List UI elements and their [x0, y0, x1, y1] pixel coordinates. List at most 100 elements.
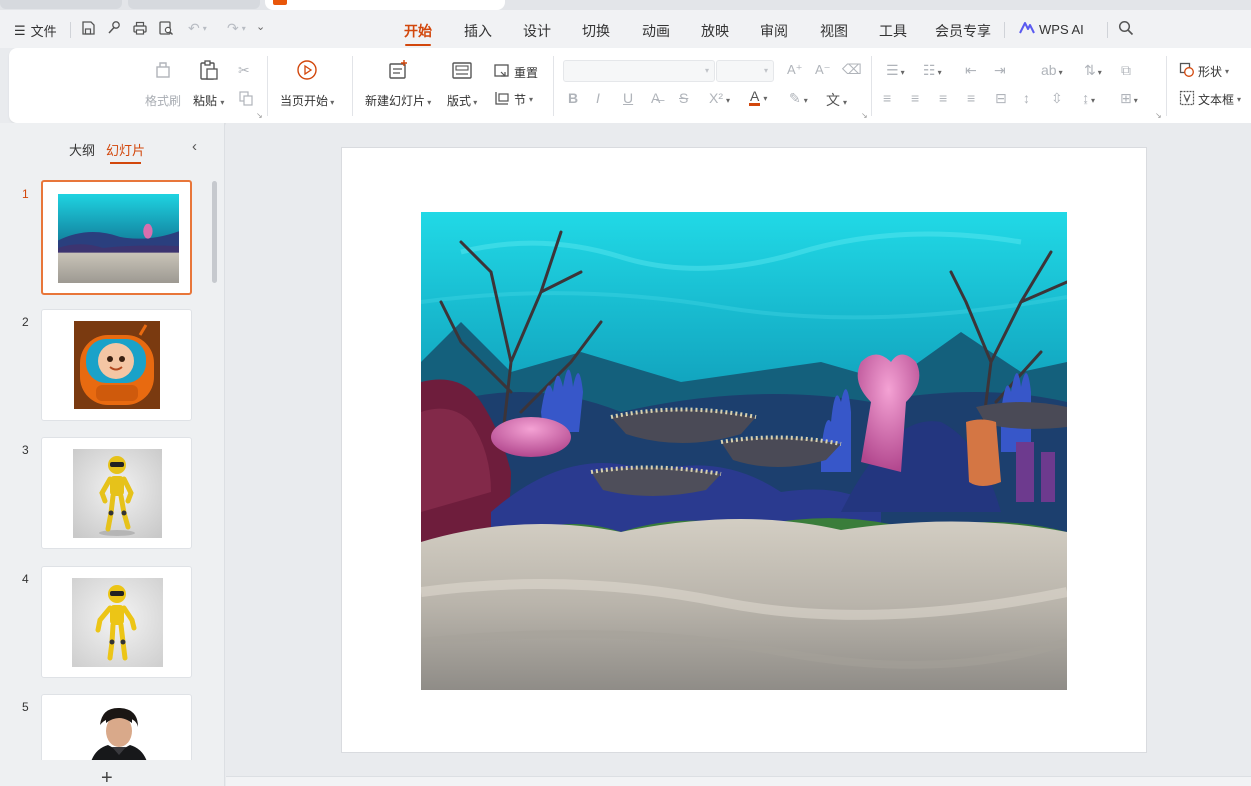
document-tab[interactable] [128, 0, 260, 9]
yellow-robot-thumbnail [72, 578, 163, 667]
align-right-icon[interactable]: ≡ [939, 90, 947, 106]
phonetic-guide-icon[interactable]: 文 ▾ [826, 90, 847, 110]
font-launcher-icon[interactable]: ↘ [861, 111, 868, 120]
slide-number: 3 [22, 443, 29, 457]
reset-icon [493, 63, 511, 82]
superscript-icon[interactable]: X² ▾ [709, 90, 730, 106]
italic-icon[interactable]: I [596, 90, 600, 106]
slide-panel: 大纲 幻灯片 ‹ 1 2 3 4 5 + [0, 123, 225, 786]
document-tab-active[interactable] [265, 0, 505, 10]
play-icon [295, 58, 319, 82]
yellow-robot-thumbnail [73, 449, 162, 538]
decrease-indent-icon[interactable]: ⇤ [965, 62, 977, 79]
paragraph-launcher-icon[interactable]: ↘ [1155, 111, 1162, 120]
current-slide[interactable] [341, 147, 1147, 753]
file-menu-button[interactable]: ☰ 文件 [14, 21, 57, 40]
portrait-photo-thumbnail [86, 705, 152, 760]
bold-icon[interactable]: B [568, 90, 578, 106]
justify-icon[interactable]: ≡ [967, 90, 975, 106]
font-color-icon[interactable]: A ▾ [749, 88, 767, 106]
tab-review[interactable]: 审阅 [760, 21, 788, 41]
cut-icon[interactable]: ✂ [238, 62, 250, 79]
slide-list-scrollbar[interactable] [212, 181, 217, 283]
format-painter-label: 格式刷 [145, 94, 182, 108]
shape-button[interactable]: 形状 ▾ [1179, 62, 1229, 81]
paragraph-spacing-icon[interactable]: ⇳ [1051, 90, 1063, 107]
slide-thumbnail[interactable] [41, 437, 192, 549]
tab-view[interactable]: 视图 [820, 21, 848, 41]
sort-icon[interactable]: ⇅ ▾ [1084, 62, 1102, 79]
decrease-font-icon[interactable]: A⁻ [815, 62, 831, 78]
new-slide-button[interactable]: 新建幻灯片 ▾ [365, 58, 431, 109]
document-tab[interactable] [0, 0, 122, 9]
font-name-select[interactable]: ▾ [563, 60, 715, 82]
align-center-icon[interactable]: ≡ [911, 90, 919, 106]
clear-format-icon[interactable]: ⌫ [842, 61, 862, 78]
slide-thumbnail[interactable] [41, 309, 192, 421]
strikethrough-icon[interactable]: A̶ [651, 90, 660, 106]
slide-thumbnail[interactable] [41, 694, 192, 760]
format-brush-icon[interactable] [106, 20, 122, 36]
paste-label: 粘贴 [193, 94, 218, 108]
layout-button[interactable]: 版式 ▾ [447, 58, 477, 109]
layout-icon [450, 58, 474, 82]
align-left-icon[interactable]: ≡ [883, 90, 891, 106]
vertical-align-icon[interactable]: ⊞ ▾ [1120, 90, 1138, 107]
tab-transitions[interactable]: 切换 [582, 21, 610, 41]
wps-ai-button[interactable]: WPS AI [1019, 21, 1084, 38]
highlight-icon[interactable]: ✎ ▾ [789, 90, 808, 107]
text-direction-icon[interactable]: ab ▾ [1041, 62, 1063, 78]
search-icon[interactable] [1118, 20, 1134, 40]
font-size-select[interactable]: ▾ [716, 60, 774, 82]
underline-icon[interactable]: U [623, 90, 633, 106]
print-icon[interactable] [132, 20, 148, 36]
window-tab-strip [0, 0, 1251, 10]
paste-icon [197, 58, 221, 82]
paste-button[interactable]: 粘贴 ▾ [193, 58, 224, 109]
bullets-icon[interactable]: ☰ ▾ [886, 62, 905, 79]
tab-member[interactable]: 会员专享 [935, 21, 991, 41]
tab-tools[interactable]: 工具 [879, 21, 907, 41]
new-slide-label: 新建幻灯片 [365, 94, 426, 108]
slide-thumbnail[interactable] [41, 180, 192, 295]
file-menu-label: 文件 [30, 24, 57, 39]
tab-insert[interactable]: 插入 [464, 21, 492, 41]
spacing-options-icon[interactable]: ↨ ▾ [1082, 90, 1095, 106]
increase-font-icon[interactable]: A⁺ [787, 62, 803, 78]
print-preview-icon[interactable] [158, 20, 174, 36]
ocean-scene-image[interactable] [421, 212, 1067, 690]
tab-home[interactable]: 开始 [404, 21, 432, 46]
slide-number: 2 [22, 315, 29, 329]
section-label: 节 [514, 93, 527, 107]
hamburger-icon: ☰ [14, 22, 26, 38]
redo-icon[interactable]: ↷ ▾ [227, 20, 246, 37]
clipboard-launcher-icon[interactable]: ↘ [256, 111, 263, 120]
format-painter-button[interactable]: 格式刷 [145, 58, 181, 109]
line-spacing-icon[interactable]: ↕ [1023, 90, 1030, 106]
tab-animations[interactable]: 动画 [642, 21, 670, 41]
slide-thumbnail[interactable] [41, 566, 192, 678]
textbox-button[interactable]: 文本框 ▾ [1179, 90, 1241, 109]
slide-number: 1 [22, 187, 29, 201]
play-from-current-button[interactable]: 当页开始 ▾ [280, 58, 334, 109]
format-painter-icon [151, 58, 175, 82]
textbox-label: 文本框 [1198, 93, 1235, 107]
copy-icon[interactable] [238, 90, 254, 109]
double-strikethrough-icon[interactable]: S [679, 90, 688, 106]
add-slide-icon[interactable]: + [101, 767, 113, 786]
tab-design[interactable]: 设计 [523, 21, 551, 41]
section-button[interactable]: 节 ▾ [493, 90, 533, 109]
customize-toolbar-chevron-icon[interactable]: ⌄ [256, 20, 265, 33]
numbering-icon[interactable]: ☷ ▾ [923, 62, 942, 79]
slide-number: 4 [22, 572, 29, 586]
notes-divider[interactable] [226, 776, 1251, 786]
reset-button[interactable]: 重置 [493, 63, 538, 82]
save-icon[interactable] [80, 20, 96, 36]
increase-indent-icon[interactable]: ⇥ [994, 62, 1006, 79]
layout-label: 版式 [447, 94, 472, 108]
distribute-icon[interactable]: ⊟ [995, 90, 1007, 107]
undo-icon[interactable]: ↶ ▾ [188, 20, 207, 37]
tab-slideshow[interactable]: 放映 [701, 21, 729, 41]
shape-label: 形状 [1198, 65, 1223, 79]
convert-icon[interactable]: ⧉ [1121, 62, 1131, 79]
